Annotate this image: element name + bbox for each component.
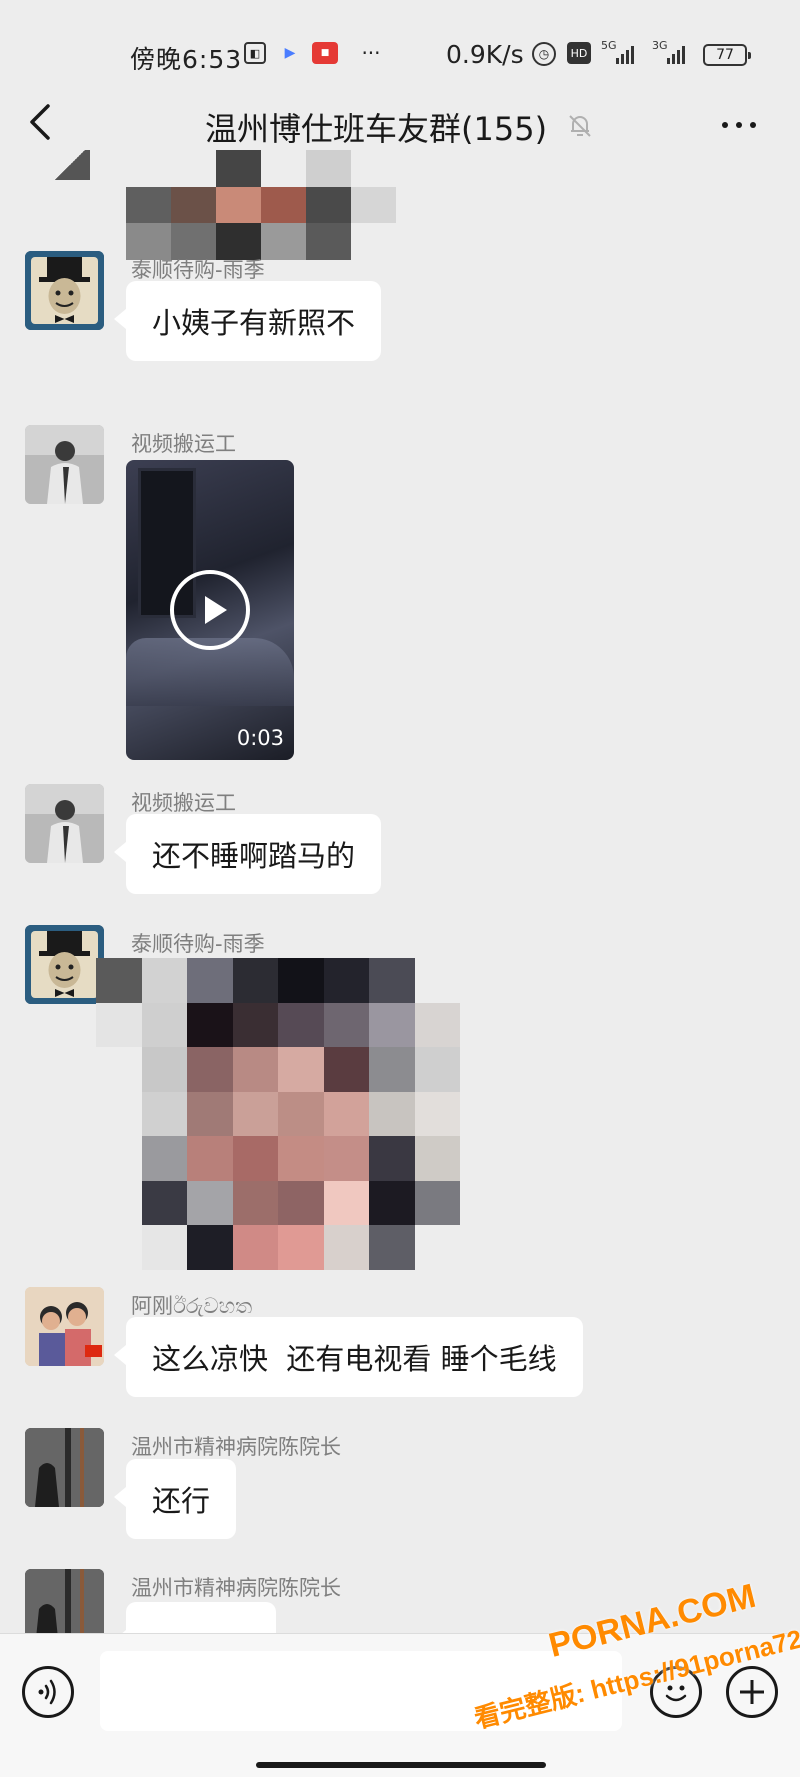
hd-badge: HD: [567, 42, 591, 64]
more-options-button[interactable]: [722, 112, 766, 138]
sender-name: 温州市精神病院陈院长: [131, 1576, 341, 1600]
signal-5g-label: 5G: [601, 39, 617, 52]
app-notification-icon: ◧: [244, 42, 266, 64]
signal-5g-icon: [616, 46, 634, 64]
battery-icon: 77: [703, 44, 751, 66]
sender-name: 温州市精神病院陈院长: [131, 1435, 341, 1459]
status-time: 傍晚6:53: [130, 45, 243, 74]
chat-header: 温州博仕班车友群(155): [0, 100, 800, 150]
play-icon[interactable]: [170, 570, 250, 650]
avatar[interactable]: [25, 784, 104, 863]
sender-name: 视频搬运工: [131, 791, 236, 815]
chat-title: 温州博仕班车友群(155): [205, 110, 548, 148]
sender-name: 泰顺待购-雨季: [131, 258, 265, 282]
blurred-image[interactable]: [126, 150, 396, 260]
network-speed: 0.9K/s: [446, 40, 524, 69]
text-message-bubble[interactable]: 还行: [113, 1459, 237, 1539]
signal-3g-label: 3G: [652, 39, 668, 52]
home-indicator[interactable]: [256, 1762, 546, 1768]
video-duration: 0:03: [236, 726, 284, 750]
avatar[interactable]: [25, 425, 104, 504]
avatar-children-photo-icon: [25, 1287, 104, 1366]
avatar[interactable]: [25, 925, 104, 1004]
message-list[interactable]: 泰顺待购-雨季 小姨子有新照不 视频搬运工 0:03 视频搬运工 还不睡啊踏马的: [0, 150, 800, 1633]
blurred-image-fragment: [50, 150, 90, 180]
blurred-image[interactable]: [96, 958, 460, 1270]
plus-button[interactable]: [726, 1666, 778, 1718]
sender-name: 阿刚ඊරුවහත: [131, 1294, 253, 1318]
avatar[interactable]: [25, 251, 104, 330]
video-app-icon: ▶: [284, 45, 296, 61]
bell-off-icon: [569, 115, 591, 137]
avatar-top-hat-man-icon: [25, 251, 104, 330]
sender-name: 泰顺待购-雨季: [131, 932, 265, 956]
alarm-icon: ◷: [532, 42, 556, 66]
chevron-left-icon: [30, 104, 50, 140]
avatar-top-hat-man-icon: [25, 925, 104, 1004]
avatar-person-photo-icon: [25, 784, 104, 863]
more-notifications-icon: ···: [361, 41, 381, 65]
voice-icon: [38, 1679, 56, 1705]
video-message[interactable]: 0:03: [126, 460, 294, 760]
signal-3g-icon: [667, 46, 685, 64]
text-message-bubble[interactable]: 这么凉快 还有电视看 睡个毛线: [114, 1317, 583, 1397]
avatar-dark-photo-icon: [25, 1428, 104, 1507]
avatar-person-photo-icon: [25, 425, 104, 504]
app-badge-icon: ■: [312, 42, 338, 64]
text-message-bubble[interactable]: 还不睡啊踏马的: [113, 814, 382, 894]
avatar[interactable]: [25, 1569, 104, 1633]
avatar[interactable]: [25, 1287, 104, 1366]
avatar[interactable]: [25, 1428, 104, 1507]
text-message-bubble[interactable]: [114, 1602, 276, 1633]
sender-name: 视频搬运工: [131, 432, 236, 456]
status-bar: 傍晚6:53 ◧ ▶ ■ ··· 0.9K/s ◷ HD 5G 3G 77: [0, 0, 800, 100]
voice-button[interactable]: [22, 1666, 74, 1718]
more-dots-icon: [722, 122, 728, 128]
text-message-bubble[interactable]: 小姨子有新照不: [113, 281, 382, 361]
avatar-dark-photo-icon: [25, 1569, 104, 1633]
back-button[interactable]: [26, 100, 66, 150]
